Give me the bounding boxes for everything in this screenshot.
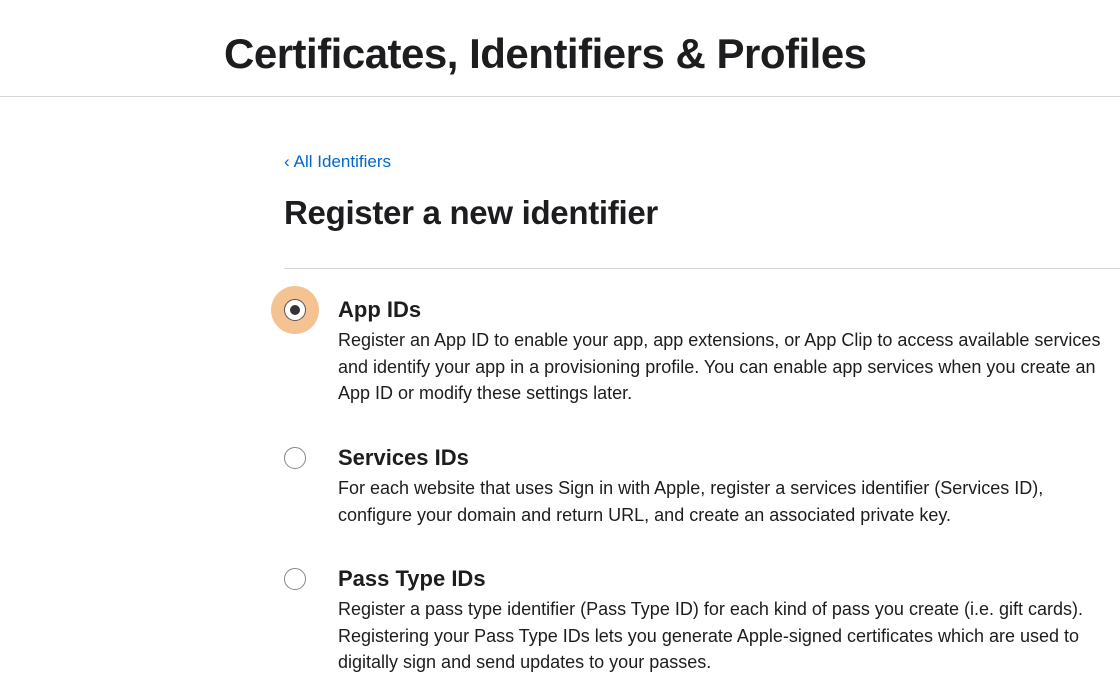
option-title: App IDs	[338, 297, 1120, 323]
radio-pass-type-ids[interactable]	[284, 568, 306, 590]
option-pass-type-ids: Pass Type IDs Register a pass type ident…	[284, 566, 1120, 676]
radio-outer-circle	[284, 568, 306, 590]
option-body: Services IDs For each website that uses …	[338, 445, 1120, 528]
option-description: Register an App ID to enable your app, a…	[338, 327, 1120, 407]
radio-outer-circle	[284, 299, 306, 321]
page-title: Certificates, Identifiers & Profiles	[0, 0, 1120, 97]
option-description: For each website that uses Sign in with …	[338, 475, 1120, 528]
radio-services-ids[interactable]	[284, 447, 306, 469]
option-app-ids: App IDs Register an App ID to enable you…	[284, 297, 1120, 407]
option-title: Services IDs	[338, 445, 1120, 471]
back-link-label: All Identifiers	[294, 152, 391, 172]
identifier-options: App IDs Register an App ID to enable you…	[284, 297, 1120, 676]
option-title: Pass Type IDs	[338, 566, 1120, 592]
option-body: Pass Type IDs Register a pass type ident…	[338, 566, 1120, 676]
divider	[284, 268, 1120, 269]
option-description: Register a pass type identifier (Pass Ty…	[338, 596, 1120, 676]
radio-app-ids[interactable]	[284, 299, 306, 321]
back-link-all-identifiers[interactable]: ‹ All Identifiers	[284, 152, 391, 172]
section-title: Register a new identifier	[284, 194, 1120, 232]
option-body: App IDs Register an App ID to enable you…	[338, 297, 1120, 407]
radio-outer-circle	[284, 447, 306, 469]
main-content: ‹ All Identifiers Register a new identif…	[0, 97, 1120, 676]
radio-inner-dot	[290, 305, 300, 315]
chevron-left-icon: ‹	[284, 152, 290, 172]
option-services-ids: Services IDs For each website that uses …	[284, 445, 1120, 528]
